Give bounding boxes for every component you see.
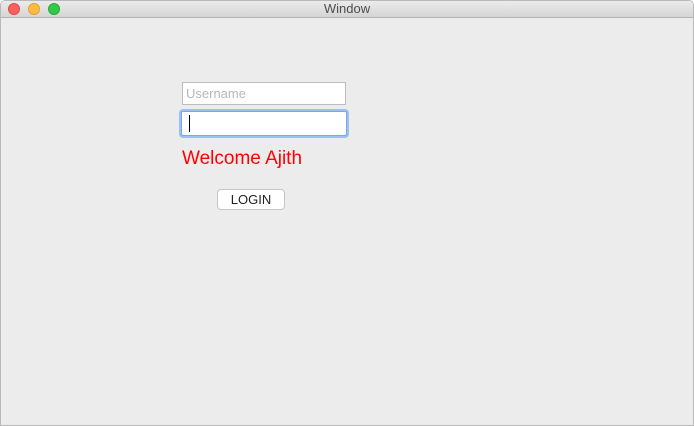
welcome-message: Welcome Ajith (182, 148, 303, 169)
username-input[interactable] (182, 82, 346, 105)
text-cursor (189, 115, 190, 132)
login-button[interactable]: LOGIN (217, 189, 285, 210)
window-title: Window (323, 1, 371, 16)
password-input[interactable] (181, 111, 347, 136)
title-bar[interactable]: Window (1, 1, 693, 18)
app-window: Window Welcome Ajith LOGIN (0, 0, 694, 426)
